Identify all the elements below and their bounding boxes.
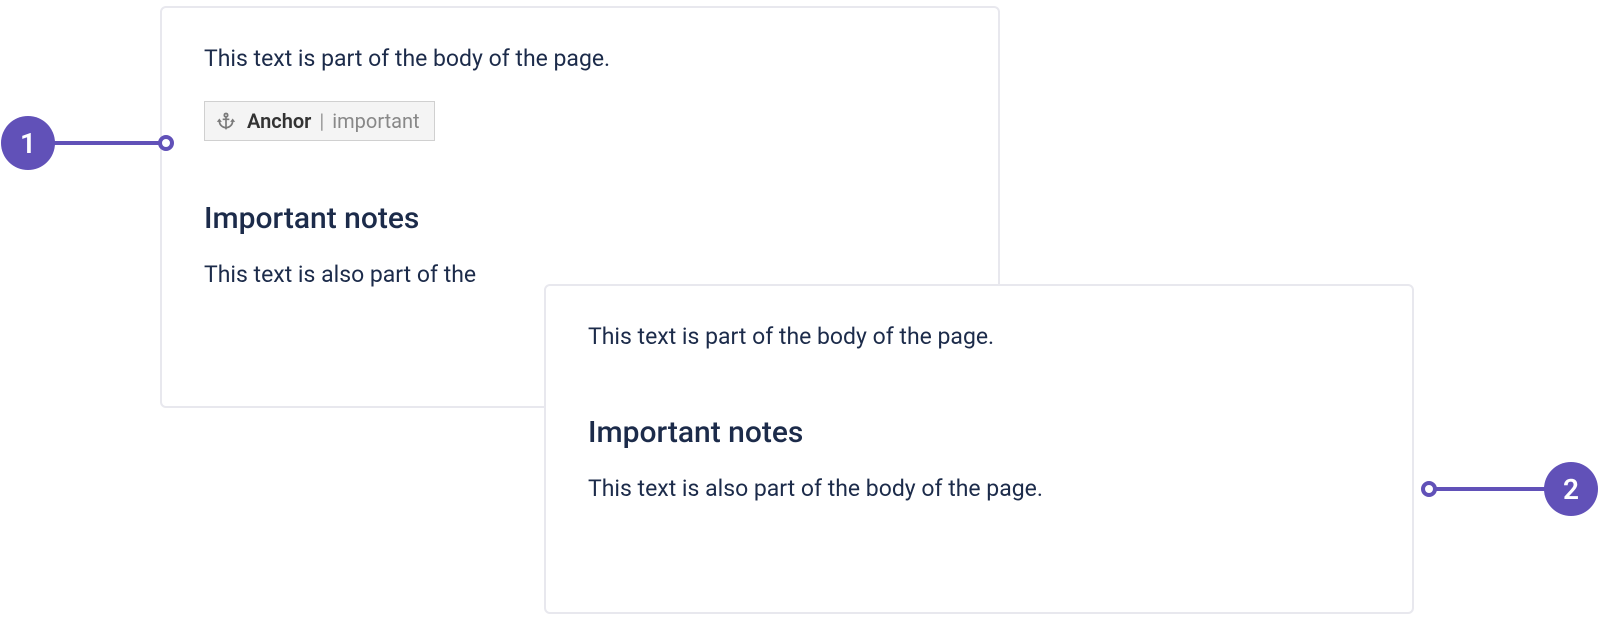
section-heading: Important notes — [588, 415, 1370, 450]
anchor-macro-label: Anchor — [247, 109, 311, 133]
callout-connector-dot — [158, 135, 174, 151]
anchor-icon — [215, 110, 237, 132]
callout-connector-line — [52, 141, 164, 145]
anchor-separator: | — [319, 109, 324, 133]
body-paragraph: This text is part of the body of the pag… — [588, 320, 1370, 355]
callout-bubble-1: 1 — [1, 116, 55, 170]
section-heading: Important notes — [204, 201, 956, 236]
anchor-macro[interactable]: Anchor | important — [204, 101, 435, 141]
callout-connector-line — [1430, 487, 1548, 491]
rendered-preview-panel-2: This text is part of the body of the pag… — [544, 284, 1414, 614]
body-paragraph: This text is part of the body of the pag… — [204, 42, 956, 77]
callout-connector-dot — [1421, 481, 1437, 497]
anchor-macro-id: important — [332, 109, 419, 133]
body-paragraph: This text is also part of the body of th… — [588, 472, 1370, 507]
callout-bubble-2: 2 — [1544, 462, 1598, 516]
